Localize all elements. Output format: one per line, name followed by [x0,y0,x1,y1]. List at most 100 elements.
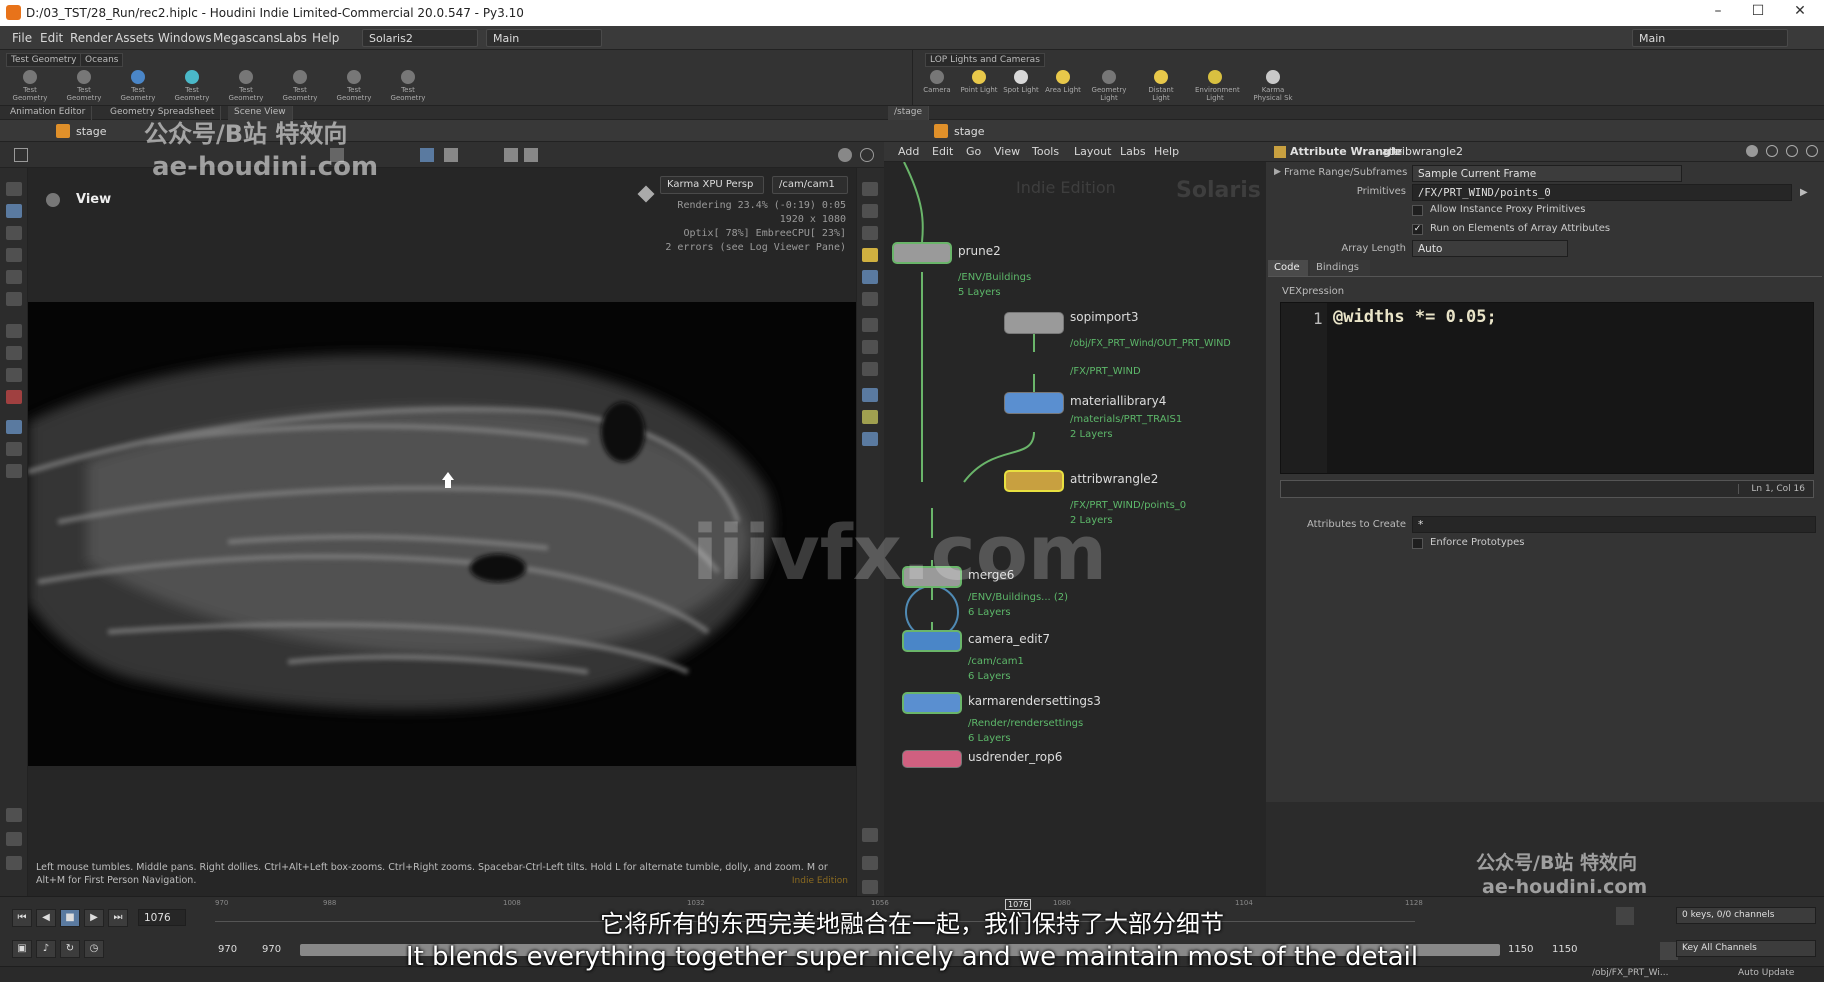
attributes-to-create-field[interactable]: * [1412,516,1816,533]
renderer-select[interactable]: Karma XPU Persp [660,176,764,194]
right-context-select[interactable]: Main [1632,29,1788,47]
lock-icon[interactable] [862,204,878,218]
shelf-tab-test-geometry[interactable]: Test Geometry [6,53,82,67]
network-menu-edit[interactable]: Edit [932,145,953,158]
node-body[interactable] [1004,470,1064,492]
network-menu-add[interactable]: Add [898,145,919,158]
lock-icon[interactable] [6,204,22,218]
shelf-tool-distant-light[interactable]: Distant Light [1141,70,1181,104]
vex-code-line[interactable]: @widths *= 0.05; [1333,307,1497,327]
select-arrow-icon[interactable]: ▶ [1800,187,1808,198]
rotate-icon[interactable] [6,248,22,262]
shelf-tool-point-light[interactable]: Point Light [959,70,999,104]
camera-icon[interactable] [862,340,878,354]
search-icon[interactable] [1766,145,1778,157]
node-body[interactable] [902,750,962,768]
shelf-tool[interactable]: Test Geometry [388,70,428,104]
allow-instance-checkbox[interactable] [1412,205,1423,216]
tab-stage-network[interactable]: /stage [888,106,930,120]
shelf-tool[interactable]: Test Geometry [334,70,374,104]
maximize-button[interactable]: ☐ [1748,3,1768,23]
magnet-icon[interactable] [6,324,22,338]
node-body[interactable] [1004,392,1064,414]
lock-icon[interactable] [6,856,22,870]
left-path-label[interactable]: stage [76,125,107,138]
network-menu-help[interactable]: Help [1154,145,1179,158]
network-menu-layout[interactable]: Layout [1074,145,1111,158]
frame-range-select[interactable]: Sample Current Frame [1412,165,1682,182]
right-path-label[interactable]: stage [954,125,985,138]
desktop-select[interactable]: Solaris2 [362,29,478,47]
shelf-tool-geometry-light[interactable]: Geometry Light [1089,70,1129,104]
run-on-elements-checkbox[interactable]: ✓ [1412,224,1423,235]
view-icon[interactable] [6,420,22,434]
display-option-icon[interactable] [444,148,458,162]
help-icon[interactable] [860,148,874,162]
network-menu-go[interactable]: Go [966,145,981,158]
network-menu-tools[interactable]: Tools [1032,145,1059,158]
snap-icon[interactable] [6,346,22,360]
handle-icon[interactable] [6,368,22,382]
menu-help[interactable]: Help [312,31,339,45]
info-icon[interactable] [1786,145,1798,157]
network-menu-labs[interactable]: Labs [1120,145,1146,158]
select-icon[interactable] [6,182,22,196]
menu-windows[interactable]: Windows [158,31,212,45]
shelf-tab-oceans[interactable]: Oceans [80,53,124,67]
array-length-select[interactable]: Auto [1412,240,1568,257]
shelf-tool-camera[interactable]: Camera [917,70,957,104]
menu-labs[interactable]: Labs [279,31,307,45]
menu-edit[interactable]: Edit [40,31,63,45]
light-icon[interactable] [504,148,518,162]
node-body[interactable] [902,630,962,652]
node-body[interactable] [1004,312,1064,334]
tab-animation-editor[interactable]: Animation Editor [4,106,93,120]
background-icon[interactable] [862,362,878,376]
help-icon[interactable] [1806,145,1818,157]
display-option-icon[interactable] [420,148,434,162]
context-select[interactable]: Main [486,29,602,47]
shelf-tool[interactable]: Test Geometry [118,70,158,104]
snapshot-icon[interactable] [862,828,878,842]
pose-icon[interactable] [6,292,22,306]
shelf-tool-spot-light[interactable]: Spot Light [1001,70,1041,104]
camera-icon[interactable] [6,442,22,456]
pencil-icon[interactable] [637,185,655,203]
shelf-tool-environment-light[interactable]: Environment Light [1195,70,1240,104]
scale-icon[interactable] [6,270,22,284]
light-icon[interactable] [862,248,878,262]
layers-icon[interactable] [6,808,22,822]
minimize-button[interactable]: – [1708,3,1728,23]
menu-assets[interactable]: Assets [115,31,154,45]
enforce-prototypes-checkbox[interactable] [1412,538,1423,549]
node-name-field[interactable]: attribwrangle2 [1382,145,1463,158]
display-icon[interactable] [862,410,878,424]
display-icon[interactable] [862,182,878,196]
gear-icon[interactable] [1746,145,1758,157]
wireframe-icon[interactable] [862,292,878,306]
grid-icon[interactable] [862,880,878,894]
brush-icon[interactable] [6,832,22,846]
shelf-tool-karma-sky[interactable]: Karma Physical Sk [1247,70,1299,104]
menu-render[interactable]: Render [70,31,113,45]
node-body[interactable] [892,242,952,264]
shelf-tool[interactable]: Test Geometry [172,70,212,104]
shelf-tool[interactable]: Test Geometry [10,70,50,104]
primitives-field[interactable]: /FX/PRT_WIND/points_0 [1412,184,1792,201]
menu-megascans[interactable]: Megascans [213,31,280,45]
shelf-tool[interactable]: Test Geometry [280,70,320,104]
move-icon[interactable] [6,226,22,240]
gear-icon[interactable] [838,148,852,162]
info-icon[interactable] [862,856,878,870]
tab-code[interactable]: Code [1268,260,1308,276]
render-icon[interactable] [524,148,538,162]
shelf-tool-area-light[interactable]: Area Light [1043,70,1083,104]
camera-select[interactable]: /cam/cam1 [772,176,848,194]
node-body[interactable] [902,692,962,714]
visibility-icon[interactable] [862,226,878,240]
grid-icon[interactable] [14,148,28,162]
flipbook-icon[interactable] [6,464,22,478]
shelf-tab-lop-lights[interactable]: LOP Lights and Cameras [925,53,1045,67]
shelf-tool[interactable]: Test Geometry [64,70,104,104]
close-button[interactable]: ✕ [1790,3,1810,23]
